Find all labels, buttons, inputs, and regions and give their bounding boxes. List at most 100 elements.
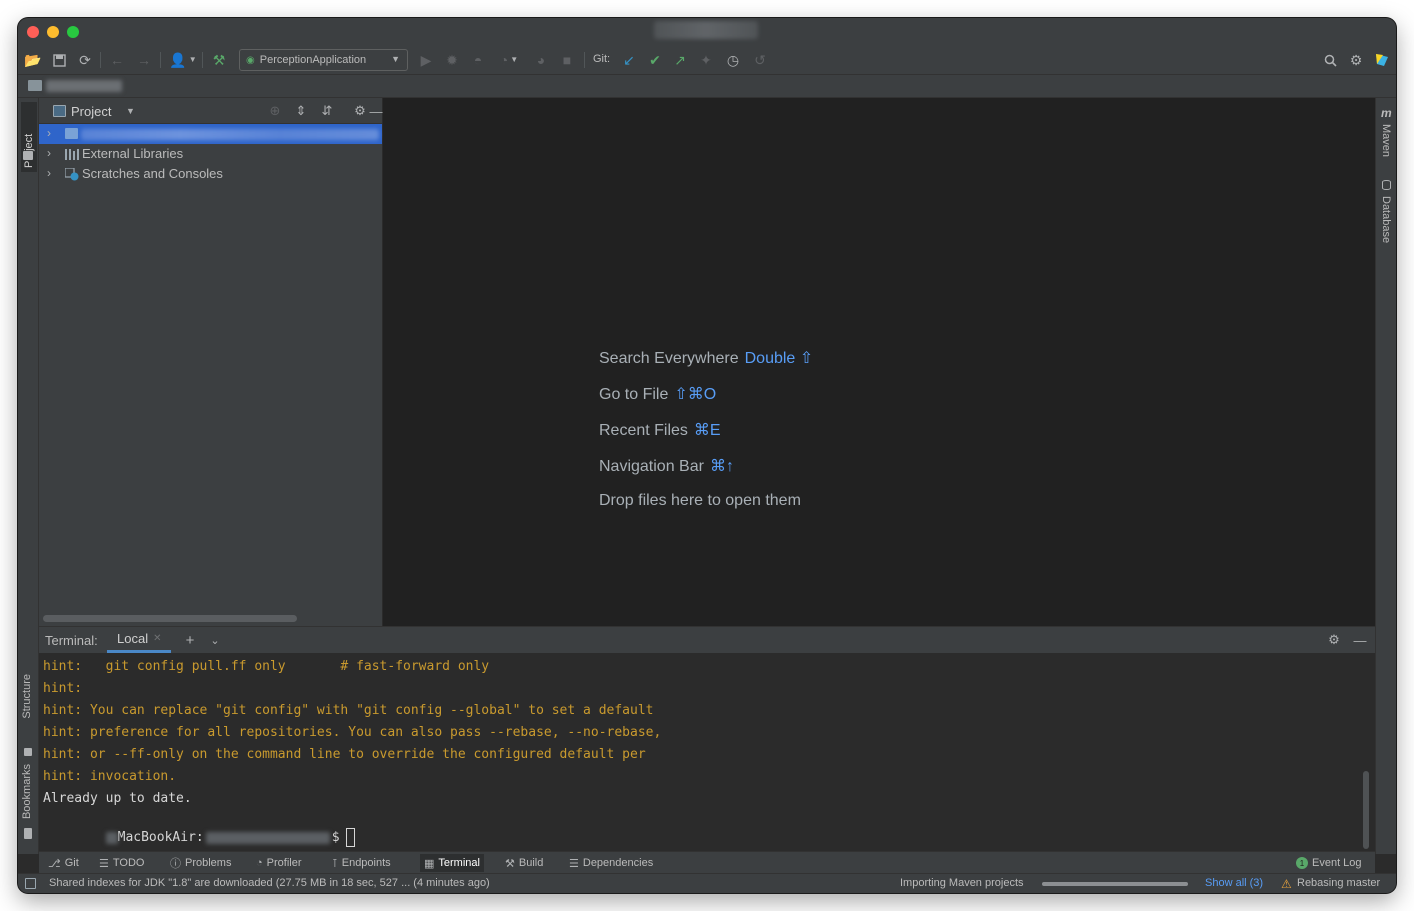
event-log-button[interactable]: 1 Event Log bbox=[1296, 854, 1362, 872]
expand-all-icon[interactable]: ⇕ bbox=[293, 103, 309, 119]
hint-drop-files: Drop files here to open them bbox=[599, 492, 801, 510]
terminal-tab-local[interactable]: Local ✕ bbox=[107, 627, 172, 653]
project-tool-tab[interactable]: Project bbox=[21, 102, 37, 172]
background-task-progress[interactable] bbox=[1042, 882, 1188, 886]
git-push-icon[interactable]: ↗ bbox=[670, 50, 690, 70]
hint-text: Search Everywhere bbox=[599, 350, 739, 367]
hint-text: Drop files here to open them bbox=[599, 492, 801, 509]
terminal-line: Already up to date. bbox=[43, 791, 192, 806]
stop-icon[interactable]: ■ bbox=[557, 50, 577, 70]
hide-panel-icon[interactable]: — bbox=[370, 103, 383, 119]
project-panel-title[interactable]: Project bbox=[71, 104, 111, 119]
user-dropdown-icon[interactable]: 👤 ▼ bbox=[168, 50, 198, 70]
tree-item-scratches[interactable]: › Scratches and Consoles bbox=[39, 164, 382, 184]
minimize-window-button[interactable] bbox=[47, 26, 59, 38]
git-update-icon[interactable]: ↙ bbox=[619, 50, 639, 70]
database-tool-tab[interactable]: Database bbox=[1380, 196, 1392, 243]
folder-icon[interactable] bbox=[28, 80, 42, 91]
tool-tab-git[interactable]: ⎇ Git bbox=[48, 854, 79, 872]
terminal-gear-icon[interactable]: ⚙ bbox=[1326, 632, 1342, 648]
background-task-label: Importing Maven projects bbox=[900, 877, 1024, 889]
chevron-down-icon[interactable]: ⌄ bbox=[207, 632, 223, 648]
database-tool-tab-label: Database bbox=[1380, 196, 1392, 244]
main-toolbar: 📂 ⟳ ← → 👤 ▼ ⚒ ◉ PerceptionApplication ▼ ▶… bbox=[18, 46, 1396, 74]
maven-tool-tab-label: Maven bbox=[1380, 124, 1392, 158]
status-message[interactable]: Shared indexes for JDK "1.8" are downloa… bbox=[49, 877, 490, 889]
git-merge-icon[interactable]: ✦ bbox=[696, 50, 716, 70]
terminal-icon: ▦ bbox=[424, 857, 435, 870]
git-rollback-icon[interactable]: ↺ bbox=[750, 50, 770, 70]
coverage-icon[interactable]: ◓ bbox=[468, 50, 488, 70]
forward-arrow-icon[interactable]: → bbox=[134, 50, 154, 70]
ide-window: 📂 ⟳ ← → 👤 ▼ ⚒ ◉ PerceptionApplication ▼ ▶… bbox=[18, 18, 1396, 893]
terminal-prompt[interactable]: MacBookAir: $ bbox=[43, 813, 355, 847]
debug-icon[interactable]: ✹ bbox=[442, 50, 462, 70]
profiler-icon[interactable]: ◕ bbox=[531, 50, 551, 70]
horizontal-scrollbar[interactable] bbox=[43, 615, 297, 622]
tool-tab-label: TODO bbox=[112, 857, 145, 869]
git-rebase-status[interactable]: Rebasing master bbox=[1297, 877, 1380, 889]
close-icon[interactable]: ✕ bbox=[153, 633, 161, 644]
git-history-icon[interactable]: ◷ bbox=[723, 50, 743, 70]
project-panel: Project ▼ ⊕ ⇕ ⇵ ⚙ — › › External Librari… bbox=[39, 98, 383, 626]
breadcrumb-redacted[interactable] bbox=[46, 80, 122, 92]
tool-tab-terminal[interactable]: ▦ Terminal bbox=[420, 854, 484, 872]
git-commit-icon[interactable]: ✔ bbox=[645, 50, 665, 70]
navigation-bar bbox=[18, 74, 1396, 98]
collapse-all-icon[interactable]: ⇵ bbox=[319, 103, 335, 119]
run-configuration-select[interactable]: ◉ PerceptionApplication ▼ bbox=[239, 49, 408, 71]
save-icon[interactable] bbox=[49, 50, 69, 70]
jetbrains-toolbox-icon[interactable] bbox=[1372, 50, 1392, 70]
chevron-right-icon[interactable]: › bbox=[47, 166, 51, 180]
tool-tab-todo[interactable]: ☰ TODO bbox=[99, 854, 144, 872]
editor-area[interactable]: Search Everywhere Double ⇧ Go to File ⇧⌘O … bbox=[383, 98, 1375, 626]
tool-tab-endpoints[interactable]: ⊺ Endpoints bbox=[332, 854, 391, 872]
project-root-label-redacted bbox=[81, 129, 379, 140]
new-terminal-plus-icon[interactable]: + bbox=[182, 632, 198, 649]
tool-tab-problems[interactable]: ⓘ Problems bbox=[170, 854, 231, 872]
zoom-window-button[interactable] bbox=[67, 26, 79, 38]
tree-item-external-libraries[interactable]: › External Libraries bbox=[39, 144, 382, 164]
show-all-tasks-link[interactable]: Show all (3) bbox=[1205, 877, 1263, 889]
build-hammer-icon[interactable]: ⚒ bbox=[209, 50, 229, 70]
chevron-right-icon[interactable]: › bbox=[47, 146, 51, 160]
status-bar: Shared indexes for JDK "1.8" are downloa… bbox=[18, 873, 1396, 893]
search-icon[interactable] bbox=[1320, 50, 1340, 70]
project-folder-icon bbox=[23, 151, 33, 160]
tree-item-project-root[interactable]: › bbox=[39, 124, 382, 144]
more-run-options-icon[interactable]: ◔ ▼ bbox=[494, 50, 524, 70]
hint-text: Go to File bbox=[599, 386, 669, 403]
tool-tab-profiler[interactable]: ◔ Profiler bbox=[256, 854, 302, 872]
tool-tab-label: Terminal bbox=[438, 857, 480, 869]
panel-options-gear-icon[interactable]: ⚙ bbox=[352, 103, 368, 119]
hammer-icon: ⚒ bbox=[505, 857, 515, 870]
locate-target-icon[interactable]: ⊕ bbox=[267, 103, 283, 119]
chevron-right-icon[interactable]: › bbox=[47, 126, 51, 140]
tool-tab-build[interactable]: ⚒ Build bbox=[505, 854, 543, 872]
back-arrow-icon[interactable]: ← bbox=[107, 50, 127, 70]
hint-shortcut: ⇧⌘O bbox=[674, 386, 717, 403]
bottom-tool-tabs: ⎇ Git ☰ TODO ⓘ Problems ◔ Profiler ⊺ Endpoint… bbox=[39, 851, 1375, 873]
open-folder-icon[interactable]: 📂 bbox=[23, 50, 43, 70]
database-icon bbox=[1382, 180, 1391, 190]
settings-gear-icon[interactable]: ⚙ bbox=[1346, 50, 1366, 70]
tool-tab-dependencies[interactable]: ☰ Dependencies bbox=[569, 854, 653, 872]
terminal-tab-label: Local bbox=[117, 631, 149, 646]
run-icon[interactable]: ▶ bbox=[416, 50, 436, 70]
bookmarks-tool-tab[interactable]: Bookmarks bbox=[21, 764, 33, 819]
terminal-output[interactable]: hint: git config pull.ff only # fast-for… bbox=[43, 653, 1363, 853]
maven-tool-tab[interactable]: Maven bbox=[1380, 124, 1392, 157]
terminal-cursor bbox=[345, 828, 355, 847]
structure-tool-tab[interactable]: Structure bbox=[21, 674, 33, 719]
tool-tab-label: Dependencies bbox=[582, 857, 654, 869]
hint-search-everywhere: Search Everywhere Double ⇧ bbox=[599, 348, 813, 368]
terminal-line: hint: bbox=[43, 681, 83, 696]
toggle-tool-windows-icon[interactable] bbox=[25, 878, 36, 889]
hide-terminal-icon[interactable]: — bbox=[1352, 632, 1368, 648]
close-window-button[interactable] bbox=[27, 26, 39, 38]
prompt-path-redacted bbox=[205, 831, 330, 844]
terminal-vertical-scrollbar[interactable] bbox=[1363, 771, 1369, 849]
event-log-badge: 1 bbox=[1296, 857, 1308, 869]
chevron-down-icon[interactable]: ▼ bbox=[126, 106, 135, 116]
sync-icon[interactable]: ⟳ bbox=[75, 50, 95, 70]
